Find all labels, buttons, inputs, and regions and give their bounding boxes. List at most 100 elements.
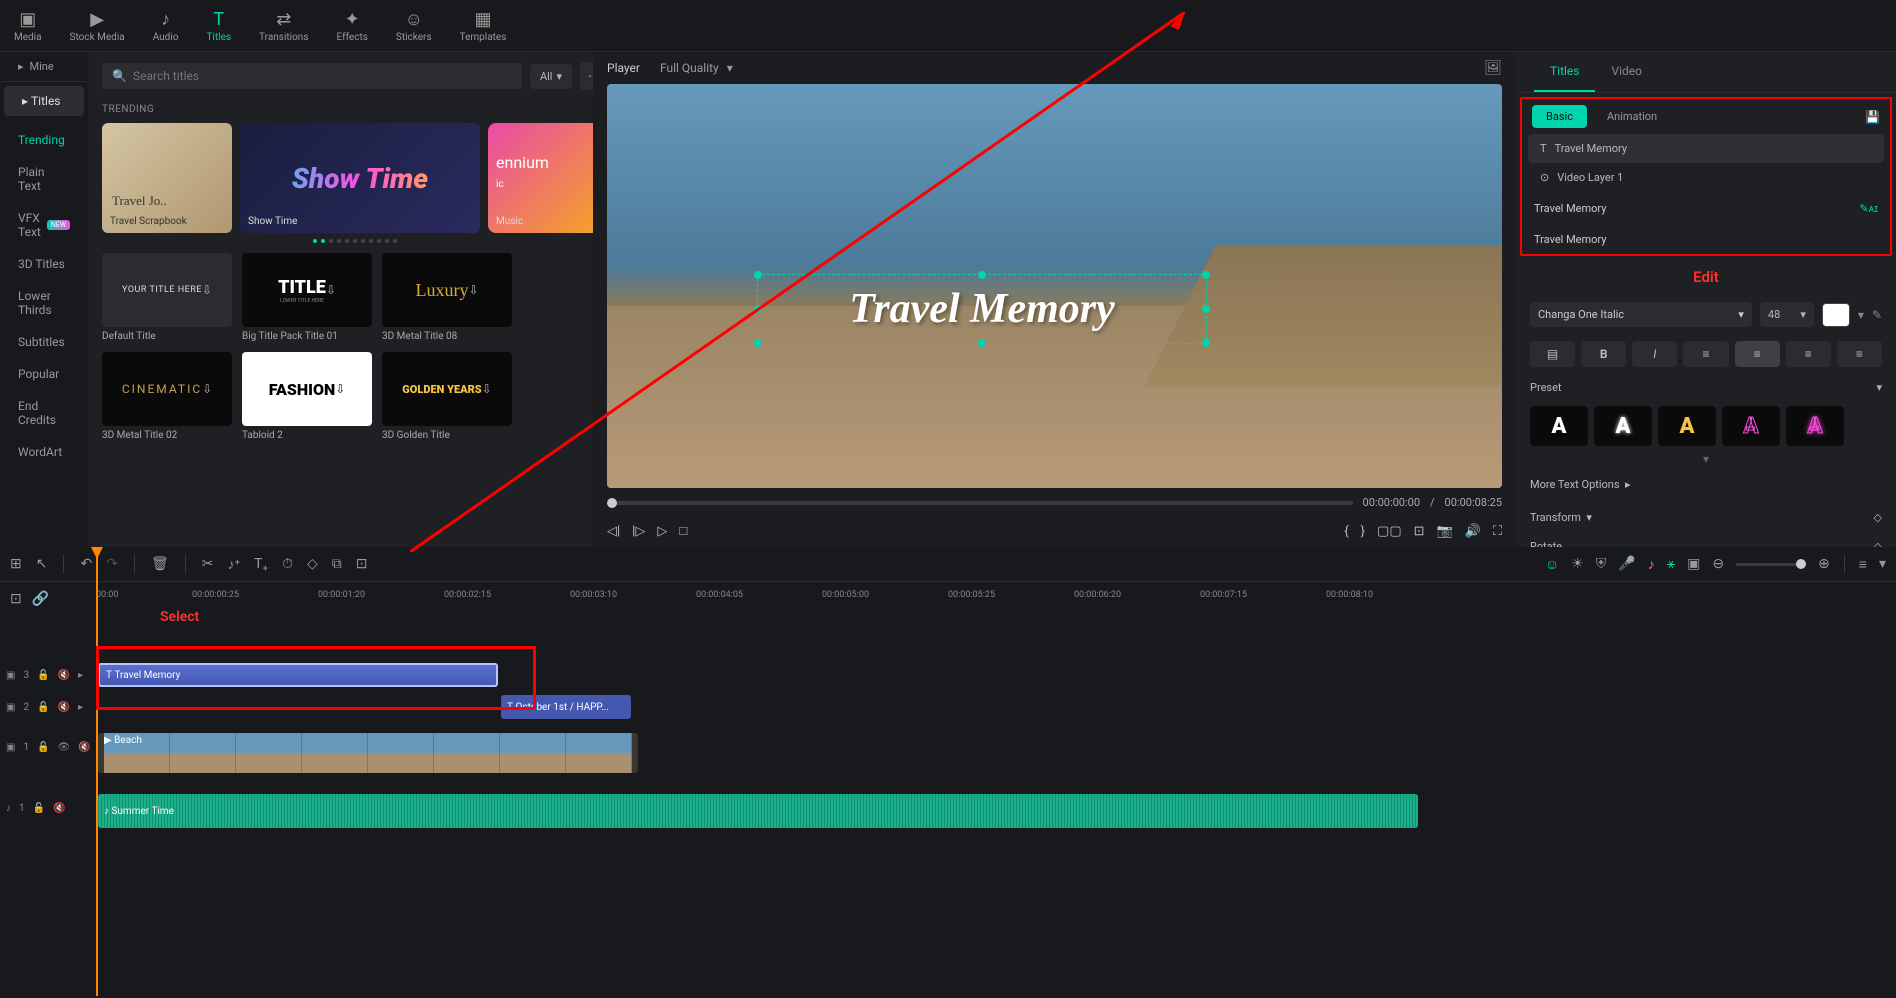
snapshot-icon[interactable]: 🖼: [1484, 60, 1502, 76]
title-thumb-metal08[interactable]: Luxury⇩3D Metal Title 08: [382, 253, 512, 342]
title-thumb-tabloid[interactable]: FASHION⇩Tabloid 2: [242, 352, 372, 441]
inspector-tab-titles[interactable]: Titles: [1534, 52, 1595, 92]
track-lock-icon[interactable]: 🔓: [37, 702, 49, 713]
tab-media[interactable]: ▣Media: [0, 0, 56, 51]
title-thumb-metal02[interactable]: CINEMATIC⇩3D Metal Title 02: [102, 352, 232, 441]
clip-travel-memory-title[interactable]: T Travel Memory: [98, 663, 498, 687]
edit-pencil-icon[interactable]: ✎ᴀɪ: [1859, 202, 1878, 215]
stop-button[interactable]: □: [679, 523, 687, 539]
tab-effects[interactable]: ✦Effects: [323, 0, 382, 51]
italic-button[interactable]: I: [1632, 341, 1677, 367]
timeline-ruler[interactable]: 00:00 00:00:00:25 00:00:01:20 00:00:02:1…: [96, 582, 1896, 616]
crop-tool-icon[interactable]: ⧉: [332, 556, 342, 572]
category-end-credits[interactable]: End Credits: [0, 390, 88, 436]
undo-button[interactable]: ↶: [80, 556, 92, 572]
search-box[interactable]: 🔍: [102, 63, 522, 89]
tab-titles[interactable]: TTitles: [192, 0, 245, 51]
clip-october-title[interactable]: T October 1st / HAPP...: [501, 695, 631, 719]
category-trending[interactable]: Trending: [0, 124, 88, 156]
category-plain-text[interactable]: Plain Text: [0, 156, 88, 202]
clip-summer-time-audio[interactable]: ♪ Summer Time: [98, 794, 1418, 828]
chevron-down-icon[interactable]: ▾: [1858, 308, 1864, 322]
font-size-input[interactable]: 48▾: [1760, 302, 1814, 327]
track-visible-icon[interactable]: 👁: [58, 742, 71, 753]
adjust-icon[interactable]: ☀: [1571, 556, 1584, 572]
playhead[interactable]: [96, 547, 98, 996]
title-overlay-box[interactable]: Travel Memory: [757, 274, 1207, 344]
download-icon[interactable]: ⇩: [202, 382, 212, 396]
align-center-button[interactable]: ≡: [1735, 341, 1780, 367]
play-pause-button[interactable]: |▷: [632, 524, 645, 539]
font-family-dropdown[interactable]: Changa One Italic▾: [1530, 302, 1752, 327]
track-mute-icon[interactable]: 🔇: [53, 803, 65, 814]
music-marker-icon[interactable]: ♪: [1648, 556, 1655, 573]
eyedropper-icon[interactable]: ✎: [1872, 308, 1882, 322]
preset-2[interactable]: A: [1594, 406, 1652, 446]
preset-5[interactable]: A: [1786, 406, 1844, 446]
preview-viewport[interactable]: Travel Memory: [607, 84, 1502, 488]
more-text-options[interactable]: More Text Options ▸: [1530, 478, 1631, 491]
volume-icon[interactable]: 🔊: [1465, 524, 1481, 539]
align-justify-button[interactable]: ≡: [1837, 341, 1882, 367]
save-preset-icon[interactable]: 💾: [1865, 110, 1880, 124]
trending-thumb-ennium[interactable]: enniumicMusic: [488, 123, 608, 233]
titles-folder[interactable]: ▸ Titles: [4, 86, 84, 116]
text-content-field[interactable]: Travel Memory: [1522, 225, 1890, 254]
layer-text[interactable]: TTravel Memory: [1528, 134, 1884, 163]
align-right-button[interactable]: ≡: [1786, 341, 1831, 367]
fullscreen-icon[interactable]: ⛶: [1493, 524, 1502, 539]
audio-tool-icon[interactable]: ♪⁺: [227, 556, 240, 573]
mark-out-button[interactable]: }: [1361, 524, 1365, 539]
clip-beach-video[interactable]: ▶ Beach: [98, 733, 638, 773]
inspector-tab-video[interactable]: Video: [1595, 52, 1658, 92]
mine-folder[interactable]: ▸Mine: [0, 52, 88, 82]
title-thumb-default[interactable]: YOUR TITLE HERE⇩Default Title: [102, 253, 232, 342]
trending-thumb-showtime[interactable]: Show Time Show Time: [240, 123, 480, 233]
download-icon[interactable]: ⇩: [468, 283, 478, 297]
camera-icon[interactable]: 📷: [1437, 524, 1453, 539]
download-icon[interactable]: ⇩: [482, 382, 492, 396]
track-mute-icon[interactable]: 🔇: [78, 742, 90, 753]
download-icon[interactable]: ⇩: [202, 283, 212, 297]
tab-transitions[interactable]: ⇄Transitions: [245, 0, 322, 51]
transform-section[interactable]: Transform ▾: [1530, 511, 1592, 524]
track-lock-icon[interactable]: 🔓: [33, 803, 45, 814]
title-thumb-big-title[interactable]: TITLELOWER TITLE HERE⇩Big Title Pack Tit…: [242, 253, 372, 342]
keyframe-diamond-icon[interactable]: ◇: [1874, 511, 1882, 524]
preset-4[interactable]: A: [1722, 406, 1780, 446]
prev-frame-button[interactable]: ◁|: [607, 524, 620, 539]
timeline-layout-icon[interactable]: ⊞: [10, 556, 22, 572]
mark-in-button[interactable]: {: [1344, 524, 1348, 539]
text-color-swatch[interactable]: [1822, 303, 1850, 327]
category-vfx-text[interactable]: VFX TextNEW: [0, 202, 88, 248]
scrub-bar[interactable]: [607, 501, 1353, 505]
tab-stock-media[interactable]: ▶Stock Media: [56, 0, 139, 51]
split-button[interactable]: ✂: [202, 556, 214, 572]
redo-button[interactable]: ↷: [106, 556, 118, 572]
download-icon[interactable]: ⇩: [335, 382, 345, 396]
settings-dropdown-icon[interactable]: ▾: [1879, 556, 1886, 572]
tab-stickers[interactable]: ☺Stickers: [382, 0, 446, 51]
track-mute-icon[interactable]: 🔇: [58, 702, 70, 713]
smiley-marker-icon[interactable]: ☺: [1545, 556, 1559, 573]
timeline-lock-icon[interactable]: ⊡: [10, 591, 22, 607]
chevron-down-icon[interactable]: ▾: [1876, 381, 1882, 394]
category-3d-titles[interactable]: 3D Titles: [0, 248, 88, 280]
title-thumb-golden[interactable]: GOLDEN YEARS⇩3D Golden Title: [382, 352, 512, 441]
category-popular[interactable]: Popular: [0, 358, 88, 390]
bold-button[interactable]: B: [1581, 341, 1626, 367]
delete-button[interactable]: 🗑: [151, 556, 169, 572]
mic-icon[interactable]: 🎤: [1618, 556, 1635, 572]
search-input[interactable]: [133, 69, 512, 83]
category-lower-thirds[interactable]: Lower Thirds: [0, 280, 88, 326]
track-lock-icon[interactable]: 🔓: [37, 742, 49, 753]
trending-thumb-scrapbook[interactable]: Travel Jo..Travel Scrapbook: [102, 123, 232, 233]
frame-icon[interactable]: ▣: [1687, 556, 1700, 572]
display-icon[interactable]: ⊡: [1414, 524, 1425, 539]
expand-presets[interactable]: ▾: [1516, 450, 1896, 468]
compare-icon[interactable]: ▢▢: [1377, 524, 1402, 539]
track-lock-icon[interactable]: 🔓: [37, 670, 49, 681]
bold-button[interactable]: ▤: [1530, 341, 1575, 367]
category-wordart[interactable]: WordArt: [0, 436, 88, 468]
tab-templates[interactable]: ▦Templates: [446, 0, 521, 51]
